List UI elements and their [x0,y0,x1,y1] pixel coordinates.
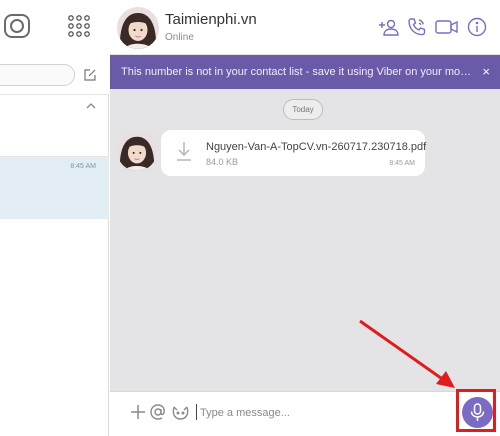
phone-icon[interactable] [406,16,428,38]
chevron-up-icon[interactable] [84,101,98,111]
download-icon[interactable] [176,140,192,162]
left-panel: 8:45 AM [0,0,109,436]
dialpad-icon[interactable] [67,14,91,38]
highlight-box [456,389,496,432]
at-icon[interactable] [149,403,167,421]
not-in-contacts-banner: This number is not in your contact list … [110,55,500,89]
message-time: 8:45 AM [389,160,415,167]
sticker-icon[interactable] [171,403,190,421]
contact-name: Taimienphi.vn [165,11,257,28]
viber-logo-icon[interactable] [3,12,31,40]
chat-list-item[interactable]: 8:45 AM [0,157,109,219]
sender-avatar[interactable] [117,131,157,171]
video-icon[interactable] [434,16,460,38]
close-icon[interactable]: × [482,64,490,79]
text-caret [196,404,197,420]
chat-time: 8:45 AM [70,163,96,170]
date-separator: Today [283,99,323,120]
search-input[interactable] [0,64,75,86]
add-contact-icon[interactable] [378,16,400,38]
banner-text: This number is not in your contact list … [121,66,475,78]
compose-icon[interactable] [83,68,97,82]
file-name[interactable]: Nguyen-Van-A-TopCV.vn-260717.230718.pdf [206,141,426,153]
message-input-bar [110,391,500,436]
contact-status: Online [165,32,194,43]
file-message[interactable]: Nguyen-Van-A-TopCV.vn-260717.230718.pdf … [161,130,426,176]
avatar[interactable] [117,7,159,49]
plus-icon[interactable] [129,403,147,421]
left-panel-header [0,0,109,55]
info-icon[interactable] [466,16,488,38]
chat-header: Taimienphi.vn Online [110,0,500,55]
message-input[interactable] [200,402,445,424]
message-area: Today Nguyen-Van-A-TopCV.vn-260717.23071… [110,89,500,391]
file-size: 84.0 KB [206,157,239,167]
